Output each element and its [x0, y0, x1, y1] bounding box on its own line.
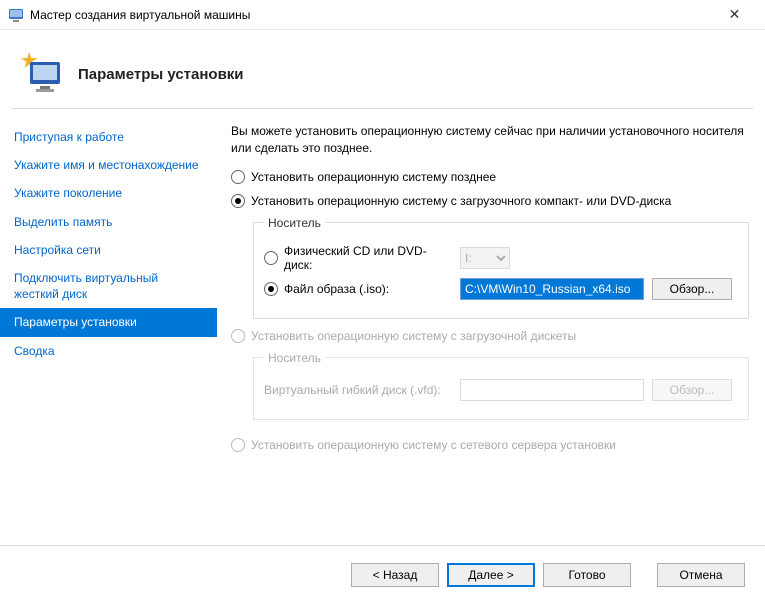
option-install-disc-label: Установить операционную систему с загруз…	[251, 194, 671, 208]
option-install-network: Установить операционную систему с сетево…	[231, 438, 749, 452]
radio-icon	[264, 251, 278, 265]
step-name-location[interactable]: Укажите имя и местонахождение	[0, 151, 217, 179]
media-group-floppy: Носитель Виртуальный гибкий диск (.vfd):…	[253, 351, 749, 420]
option-iso[interactable]: Файл образа (.iso):	[264, 282, 452, 296]
app-icon	[8, 7, 24, 23]
wizard-steps: Приступая к работе Укажите имя и местона…	[0, 109, 217, 545]
titlebar: Мастер создания виртуальной машины ✕	[0, 0, 765, 30]
browse-iso-button[interactable]: Обзор...	[652, 278, 732, 300]
floppy-label: Виртуальный гибкий диск (.vfd):	[264, 383, 441, 397]
page-title: Параметры установки	[78, 66, 244, 83]
vfd-path-input	[460, 379, 644, 401]
step-summary[interactable]: Сводка	[0, 337, 217, 365]
wizard-footer: < Назад Далее > Готово Отмена	[0, 545, 765, 603]
step-vhd[interactable]: Подключить виртуальный жесткий диск	[0, 264, 217, 308]
option-physical-disc-label: Физический CD или DVD-диск:	[284, 244, 452, 272]
cancel-button[interactable]: Отмена	[657, 563, 745, 587]
window-title: Мастер создания виртуальной машины	[30, 8, 712, 22]
back-button[interactable]: < Назад	[351, 563, 439, 587]
option-install-floppy: Установить операционную систему с загруз…	[231, 329, 749, 343]
next-button[interactable]: Далее >	[447, 563, 535, 587]
step-generation[interactable]: Укажите поколение	[0, 179, 217, 207]
step-install-options[interactable]: Параметры установки	[0, 308, 217, 336]
iso-path-input[interactable]	[460, 278, 644, 300]
option-install-later[interactable]: Установить операционную систему позднее	[231, 170, 749, 184]
drive-select: I:	[460, 247, 510, 269]
option-install-later-label: Установить операционную систему позднее	[251, 170, 496, 184]
option-iso-label: Файл образа (.iso):	[284, 282, 389, 296]
intro-text: Вы можете установить операционную систем…	[231, 123, 749, 158]
media-group-disc: Носитель Физический CD или DVD-диск: I: …	[253, 216, 749, 319]
radio-icon	[231, 194, 245, 208]
radio-icon	[231, 170, 245, 184]
media-legend-floppy: Носитель	[264, 351, 325, 365]
close-button[interactable]: ✕	[712, 0, 757, 29]
option-install-network-label: Установить операционную систему с сетево…	[251, 438, 616, 452]
wizard-icon	[18, 50, 66, 98]
step-getting-started[interactable]: Приступая к работе	[0, 123, 217, 151]
media-legend: Носитель	[264, 216, 325, 230]
radio-icon	[231, 329, 245, 343]
radio-icon	[231, 438, 245, 452]
finish-button[interactable]: Готово	[543, 563, 631, 587]
radio-icon	[264, 282, 278, 296]
step-network[interactable]: Настройка сети	[0, 236, 217, 264]
option-install-floppy-label: Установить операционную систему с загруз…	[251, 329, 576, 343]
wizard-header: Параметры установки	[0, 30, 765, 108]
browse-vfd-button: Обзор...	[652, 379, 732, 401]
option-physical-disc[interactable]: Физический CD или DVD-диск:	[264, 244, 452, 272]
step-memory[interactable]: Выделить память	[0, 208, 217, 236]
option-install-disc[interactable]: Установить операционную систему с загруз…	[231, 194, 749, 208]
content-pane: Вы можете установить операционную систем…	[217, 109, 765, 545]
